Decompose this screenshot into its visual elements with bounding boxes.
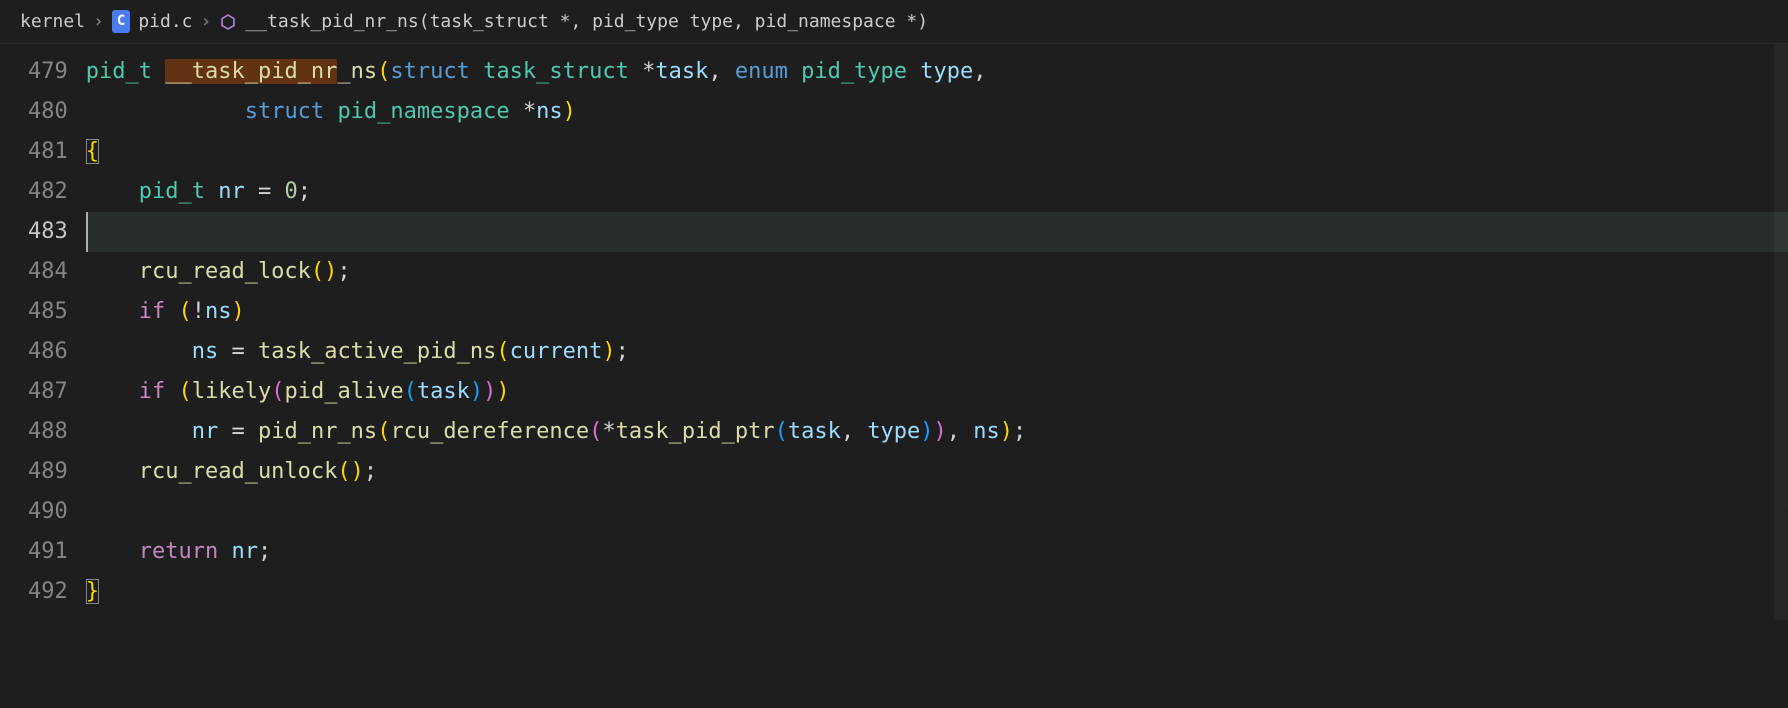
line-number[interactable]: 490 xyxy=(28,492,68,532)
line-number[interactable]: 488 xyxy=(28,412,68,452)
token-type: pid_t xyxy=(86,59,152,84)
code-line[interactable] xyxy=(86,492,1788,532)
token-var: nr xyxy=(192,419,219,444)
code-line[interactable]: if (likely(pid_alive(task))) xyxy=(86,372,1788,412)
token-param: ns xyxy=(536,99,563,124)
token-var: nr xyxy=(218,179,245,204)
line-number[interactable]: 480 xyxy=(28,92,68,132)
line-number[interactable]: 489 xyxy=(28,452,68,492)
token-var: ns xyxy=(192,339,219,364)
token-var: task xyxy=(417,379,470,404)
token-brace: { xyxy=(86,139,99,164)
token-keyword: struct xyxy=(245,99,324,124)
token-var: task xyxy=(788,419,841,444)
code-line[interactable]: nr = pid_nr_ns(rcu_dereference(*task_pid… xyxy=(86,412,1788,452)
token-type: pid_namespace xyxy=(337,99,509,124)
line-number[interactable]: 486 xyxy=(28,332,68,372)
token-func: _ns xyxy=(337,59,377,84)
token-keyword: if xyxy=(139,379,166,404)
code-editor[interactable]: 479 480 481 482 483 484 485 486 487 488 … xyxy=(0,44,1788,620)
search-highlight: __task_pid_nr xyxy=(165,59,337,84)
file-c-icon: C xyxy=(112,10,130,33)
token-op: = xyxy=(231,339,244,364)
token-var: type xyxy=(867,419,920,444)
token-func: task_pid_ptr xyxy=(616,419,775,444)
token-func: task_active_pid_ns xyxy=(258,339,496,364)
code-line[interactable]: struct pid_namespace *ns) xyxy=(86,92,1788,132)
token-var: ns xyxy=(205,299,232,324)
line-number[interactable]: 479 xyxy=(28,52,68,92)
code-line[interactable]: pid_t nr = 0; xyxy=(86,172,1788,212)
code-line[interactable]: } xyxy=(86,572,1788,612)
code-line[interactable]: pid_t __task_pid_nr_ns(struct task_struc… xyxy=(86,52,1788,92)
token-func: pid_alive xyxy=(284,379,403,404)
token-func: pid_nr_ns xyxy=(258,419,377,444)
token-macro: current xyxy=(510,339,603,364)
token-op: = xyxy=(258,179,271,204)
token-func: likely xyxy=(192,379,271,404)
symbol-method-icon xyxy=(219,13,237,31)
line-number[interactable]: 485 xyxy=(28,292,68,332)
line-number[interactable]: 484 xyxy=(28,252,68,292)
token-keyword: enum xyxy=(735,59,788,84)
token-op: = xyxy=(231,419,244,444)
code-line[interactable]: if (!ns) xyxy=(86,292,1788,332)
line-number[interactable]: 481 xyxy=(28,132,68,172)
line-number[interactable]: 487 xyxy=(28,372,68,412)
line-number[interactable]: 482 xyxy=(28,172,68,212)
code-line[interactable]: return nr; xyxy=(86,532,1788,572)
line-number[interactable]: 491 xyxy=(28,532,68,572)
token-number: 0 xyxy=(284,179,297,204)
code-line[interactable]: rcu_read_lock(); xyxy=(86,252,1788,292)
token-op: ! xyxy=(192,299,205,324)
code-line[interactable]: rcu_read_unlock(); xyxy=(86,452,1788,492)
breadcrumb-symbol[interactable]: __task_pid_nr_ns(task_struct *, pid_type… xyxy=(245,8,928,35)
token-type: pid_t xyxy=(139,179,205,204)
code-line[interactable]: { xyxy=(86,132,1788,172)
breadcrumb-folder[interactable]: kernel xyxy=(20,8,85,35)
code-line[interactable]: ns = task_active_pid_ns(current); xyxy=(86,332,1788,372)
breadcrumb-file[interactable]: pid.c xyxy=(138,8,192,35)
chevron-right-icon: › xyxy=(93,8,104,35)
code-line-current[interactable] xyxy=(86,212,1788,252)
token-keyword: return xyxy=(139,539,218,564)
token-op: * xyxy=(602,419,615,444)
line-number[interactable]: 492 xyxy=(28,572,68,612)
code-area[interactable]: pid_t __task_pid_nr_ns(struct task_struc… xyxy=(86,44,1788,620)
line-number[interactable]: 483 xyxy=(28,212,68,252)
chevron-right-icon: › xyxy=(201,8,212,35)
cursor-indicator xyxy=(86,212,88,252)
token-type: task_struct xyxy=(483,59,629,84)
token-var: ns xyxy=(973,419,1000,444)
token-func: rcu_read_lock xyxy=(139,259,311,284)
token-param: type xyxy=(920,59,973,84)
token-keyword: struct xyxy=(390,59,469,84)
token-func: rcu_read_unlock xyxy=(139,459,338,484)
token-type: pid_type xyxy=(801,59,907,84)
vertical-scrollbar[interactable] xyxy=(1774,44,1788,620)
breadcrumb: kernel › C pid.c › __task_pid_nr_ns(task… xyxy=(0,0,1788,44)
token-brace: } xyxy=(86,579,99,604)
line-number-gutter: 479 480 481 482 483 484 485 486 487 488 … xyxy=(0,44,86,620)
token-var: nr xyxy=(231,539,258,564)
token-keyword: if xyxy=(139,299,166,324)
token-func: rcu_dereference xyxy=(390,419,589,444)
token-param: task xyxy=(655,59,708,84)
